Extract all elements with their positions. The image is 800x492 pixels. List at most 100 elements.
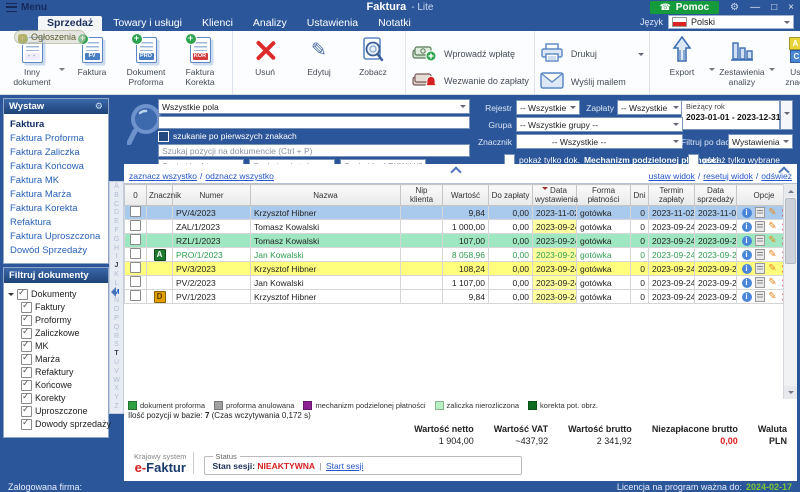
zaplaty-select[interactable]: -- Wszystkie -- — [617, 100, 683, 115]
edit-icon[interactable]: ✎ — [768, 263, 778, 274]
checkbox-icon[interactable] — [17, 287, 28, 300]
checkbox-icon[interactable] — [21, 313, 32, 326]
preview-icon[interactable] — [754, 207, 765, 219]
column-header[interactable]: Data wystawienia — [532, 184, 578, 206]
alphabet-letter[interactable]: E — [114, 218, 119, 227]
delete-icon[interactable] — [781, 264, 784, 274]
info-icon[interactable]: i — [741, 221, 752, 232]
column-header[interactable]: Nazwa — [250, 184, 401, 206]
column-header[interactable]: Termin zapłaty — [648, 184, 695, 206]
table-row[interactable]: A PRO/1/2023 Jan Kowalski 8 058,96 0,00 2023-… — [124, 247, 784, 262]
scroll-up-button[interactable] — [784, 184, 797, 197]
sidebar-item[interactable]: Faktura Korekta — [4, 202, 108, 216]
help-button[interactable]: ☎ Pomoc — [649, 1, 720, 14]
alphabet-letter[interactable]: B — [114, 192, 119, 201]
row-checkbox[interactable] — [130, 290, 141, 301]
info-icon[interactable]: i — [741, 207, 752, 218]
filter-tree-item[interactable]: Dowody sprzedaży — [21, 417, 111, 431]
preview-icon[interactable] — [754, 249, 765, 261]
checkbox-icon[interactable] — [21, 326, 32, 339]
sidebar-item[interactable]: Faktura Marża — [4, 188, 108, 202]
edit-icon[interactable]: ✎ — [768, 277, 778, 288]
date-range-box[interactable]: Bieżący rok 2023-01-01 - 2023-12-31 — [681, 100, 781, 130]
language-select[interactable]: Polski — [668, 15, 794, 29]
settings-gear-icon[interactable]: ⚙ — [730, 2, 739, 13]
edit-icon[interactable]: ✎ — [768, 249, 778, 260]
delete-icon[interactable] — [781, 208, 784, 218]
tab-1[interactable]: Towary i usługi — [104, 16, 191, 31]
column-header[interactable]: Numer — [172, 184, 251, 206]
table-scrollbar[interactable] — [783, 184, 797, 399]
edit-icon[interactable]: ✎ — [768, 221, 778, 232]
tab-0[interactable]: Sprzedaż — [38, 16, 103, 31]
filter-tree-item[interactable]: Końcowe — [21, 378, 106, 392]
alphabet-letter[interactable]: U — [114, 359, 119, 368]
alphabet-letter[interactable]: Y — [114, 394, 119, 403]
alphabet-letter[interactable]: K — [114, 271, 119, 280]
checkbox-icon[interactable] — [21, 378, 32, 391]
row-checkbox[interactable] — [130, 248, 141, 259]
checkbox-icon[interactable] — [21, 404, 32, 417]
filter-tree-item[interactable]: Korekty — [21, 391, 106, 405]
alphabet-letter[interactable]: H — [114, 245, 119, 254]
tab-5[interactable]: Notatki — [369, 16, 420, 31]
date-range-dropdown-button[interactable] — [780, 100, 793, 130]
close-button[interactable]: × — [788, 2, 794, 13]
edit-icon[interactable]: ✎ — [768, 235, 778, 246]
znacznik-select[interactable]: -- Wszystkie -- — [516, 134, 683, 149]
set-marker-button[interactable]: ABC Ustaw znacznik — [775, 35, 800, 87]
table-row[interactable]: ZAL/1/2023 Tomasz Kowalski 1 000,00 0,00 202… — [124, 219, 784, 234]
filter-tree-item[interactable]: Proformy — [21, 313, 106, 327]
sidebar-item[interactable]: Faktura Uproszczona — [4, 230, 108, 244]
minimize-button[interactable]: — — [750, 2, 760, 13]
alphabet-letter[interactable]: P — [114, 315, 119, 324]
export-button[interactable]: Export — [655, 35, 709, 77]
new-proforma-button[interactable]: PRO Dokument Proforma — [119, 33, 173, 87]
collapse-filters-icon[interactable] — [780, 165, 787, 172]
search-input[interactable] — [158, 116, 470, 129]
row-checkbox[interactable] — [130, 234, 141, 245]
row-checkbox[interactable] — [130, 276, 141, 287]
grupa-select[interactable]: -- Wszystkie grupy -- — [516, 117, 683, 132]
checkbox-icon[interactable] — [21, 300, 32, 313]
preview-icon[interactable] — [754, 235, 765, 247]
tab-2[interactable]: Klienci — [193, 16, 242, 31]
alphabet-letter[interactable]: V — [114, 368, 119, 377]
column-header[interactable]: Opcje — [736, 184, 783, 206]
reset-view-link[interactable]: resetuj widok — [703, 171, 753, 181]
alphabet-letter[interactable]: C — [114, 201, 119, 210]
alphabet-letter[interactable]: F — [114, 227, 118, 236]
table-row[interactable]: PV/2/2023 Jan Kowalski 1 107,00 0,00 2023-09… — [124, 275, 783, 290]
checkbox-icon[interactable] — [21, 352, 32, 365]
alphabet-letter[interactable]: O — [114, 306, 119, 315]
alphabet-letter[interactable]: X — [114, 385, 119, 394]
alphabet-letter[interactable]: T — [114, 350, 118, 359]
edit-icon[interactable]: ✎ — [768, 291, 778, 302]
delete-icon[interactable] — [781, 250, 784, 260]
scrollbar-thumb[interactable] — [785, 198, 796, 264]
delete-icon[interactable] — [781, 222, 784, 232]
filter-tree-item[interactable]: Refaktury — [21, 365, 106, 379]
alphabet-letter[interactable]: G — [114, 236, 119, 245]
sidebar-item[interactable]: Faktura Zaliczka — [4, 146, 108, 160]
preview-icon[interactable] — [754, 221, 765, 233]
tab-4[interactable]: Ustawienia — [298, 16, 367, 31]
alphabet-letter[interactable]: D — [114, 209, 119, 218]
filter-tree-item[interactable]: Faktury — [21, 300, 106, 314]
search-field-select[interactable]: Wszystkie pola — [158, 99, 470, 114]
sidebar-item[interactable]: Dowód Sprzedaży — [4, 244, 108, 258]
table-row[interactable]: PV/4/2023 Krzysztof Hibner 9,84 0,00 2023-11… — [124, 205, 784, 220]
column-header[interactable]: 0 — [124, 184, 147, 206]
collapse-sidebar-icon[interactable] — [106, 287, 116, 297]
row-checkbox[interactable] — [130, 206, 141, 217]
position-search-input[interactable] — [158, 144, 470, 157]
column-header[interactable]: Data sprzedaży — [694, 184, 737, 206]
alphabet-letter[interactable]: I — [116, 253, 118, 262]
row-checkbox[interactable] — [130, 262, 141, 273]
info-icon[interactable]: i — [741, 291, 752, 302]
column-header[interactable]: Forma płatności — [576, 184, 631, 206]
panel-gear-icon[interactable]: ⚙ — [95, 102, 103, 112]
column-header[interactable]: Wartość — [442, 184, 489, 206]
column-header[interactable]: Nip klienta — [400, 184, 443, 206]
alphabet-letter[interactable]: A — [114, 183, 119, 192]
